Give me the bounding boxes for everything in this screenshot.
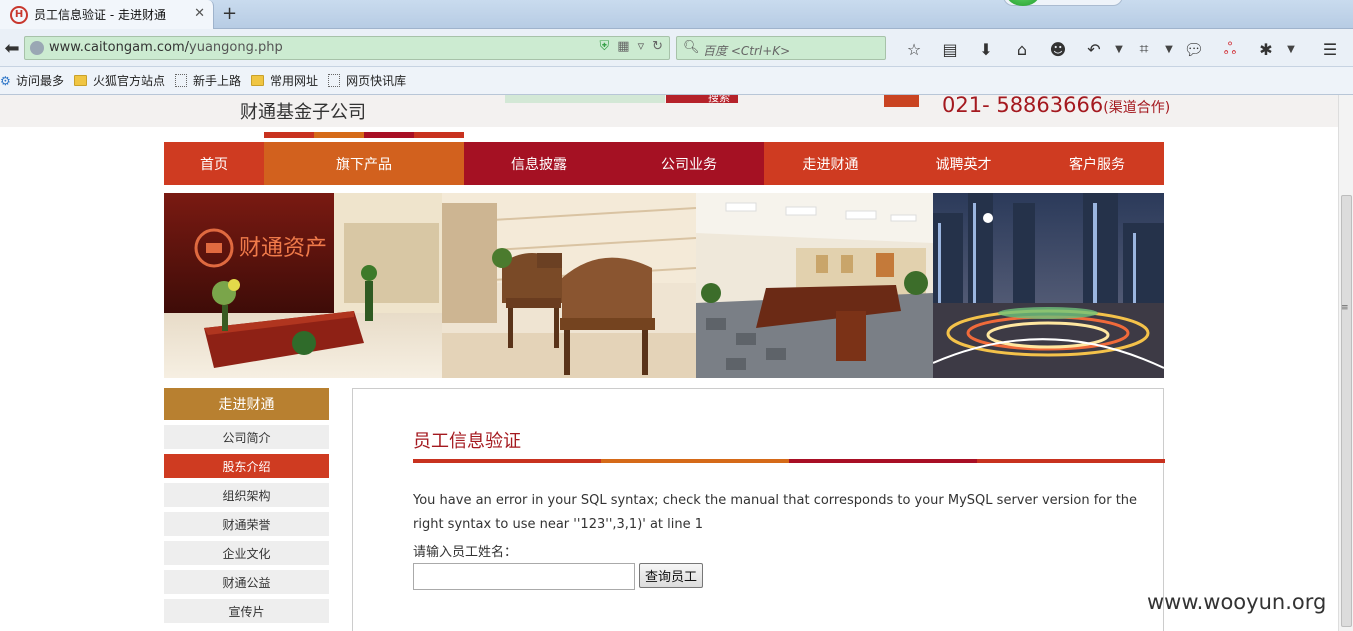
page-icon [328, 74, 341, 87]
weibo-icon[interactable]: ஃ [1212, 38, 1248, 60]
most-visited-icon: ⚙ [0, 73, 11, 88]
bookmark-label: 常用网址 [270, 74, 319, 88]
query-employee-button[interactable]: 查询员工 [639, 563, 703, 588]
undo-icon[interactable]: ↶ [1076, 38, 1112, 60]
bookmark-label: 火狐官方站点 [93, 74, 166, 88]
main-navigation: 首页 旗下产品 信息披露 公司业务 走进财通 诚聘英才 客户服务 [164, 142, 1164, 185]
bookmark-firefox-official[interactable]: 火狐官方站点 [74, 72, 165, 89]
star-icon[interactable]: ☆ [896, 38, 932, 60]
header-accent-line [264, 132, 464, 138]
page-icon [175, 74, 188, 87]
banner-photo-city-night [933, 193, 1164, 378]
tab-title: 员工信息验证 - 走进财通 [34, 8, 166, 22]
nav-products[interactable]: 旗下产品 [264, 142, 464, 185]
home-icon[interactable]: ⌂ [1004, 38, 1040, 60]
banner-photo-lobby: 财通资产 [164, 193, 442, 378]
crop-dropdown-icon[interactable]: ▼ [1162, 38, 1176, 60]
sql-error-message: You have an error in your SQL syntax; ch… [413, 493, 1138, 532]
hotline: 021- 58863666(渠道合作) [942, 95, 1170, 117]
download-icon[interactable]: ⬇ [968, 38, 1004, 60]
address-bar[interactable]: www.caitongam.com/yuangong.php ⛨ ▦ ▿ ↻ [24, 36, 670, 60]
sidebar-item-charity[interactable]: 财通公益 [164, 570, 329, 594]
nav-disclosure[interactable]: 信息披露 [464, 142, 614, 185]
tab-bar: H 员工信息验证 - 走进财通 ✕ + [0, 0, 1353, 29]
company-name: 财通基金子公司 [240, 102, 366, 123]
sidebar: 走进财通 公司简介 股东介绍 组织架构 财通荣誉 企业文化 财通公益 宣传片 [164, 388, 329, 628]
browser-tab[interactable]: H 员工信息验证 - 走进财通 ✕ [0, 0, 214, 29]
dropdown-arrow-icon[interactable]: ▿ [638, 39, 645, 54]
reading-list-icon[interactable]: ▤ [932, 38, 968, 60]
page-viewport: 搜索 财通基金子公司 021- 58863666(渠道合作) 首页 旗下产品 信… [0, 95, 1338, 631]
crop-icon[interactable]: ⌗ [1126, 38, 1162, 60]
qr-code-icon[interactable]: ▦ [617, 39, 629, 54]
phone-number: 021- 58863666 [942, 95, 1104, 117]
sidebar-title: 走进财通 [164, 388, 329, 420]
toolbar-icons: ☆ ▤ ⬇ ⌂ ☻ ↶ ▼ ⌗ ▼ 💬︎ ஃ ✱ ▼ ☰ [896, 38, 1348, 60]
site-search-button[interactable]: 搜索 [666, 95, 738, 104]
sidebar-item-honors[interactable]: 财通荣誉 [164, 512, 329, 536]
employee-name-input[interactable] [413, 563, 635, 590]
bookmark-label: 网页快讯库 [346, 74, 407, 88]
content-panel: 员工信息验证 You have an error in your SQL syn… [352, 388, 1165, 631]
watermark: www.wooyun.org [1147, 590, 1327, 614]
magnifier-icon: 🔍︎ [683, 40, 700, 55]
extension-dropdown-icon[interactable]: ▼ [1284, 38, 1298, 60]
employee-name-label: 请输入员工姓名： [413, 545, 518, 560]
sidebar-item-promo-video[interactable]: 宣传片 [164, 599, 329, 623]
url-path: yuangong.php [189, 40, 283, 55]
bookmarks-bar: ⚙ 访问最多 火狐官方站点 新手上路 常用网址 网页快讯库 [0, 67, 1353, 95]
back-arrow-icon[interactable]: ⬅ [0, 35, 24, 61]
sidebar-item-shareholders[interactable]: 股东介绍 [164, 454, 329, 478]
title-underline [413, 459, 1165, 463]
globe-icon [30, 41, 44, 55]
sidebar-item-organization[interactable]: 组织架构 [164, 483, 329, 507]
scroll-grip-icon: ≡ [1341, 303, 1349, 313]
folder-icon [74, 75, 88, 86]
url-domain: www.caitongam.com/ [49, 40, 190, 55]
search-bar[interactable]: 🔍︎ 百度 <Ctrl+K> [676, 36, 886, 60]
chat-icon[interactable]: ☻ [1040, 38, 1076, 60]
sidebar-item-culture[interactable]: 企业文化 [164, 541, 329, 565]
phone-note: (渠道合作) [1103, 100, 1171, 116]
menu-icon[interactable]: ☰ [1312, 38, 1348, 60]
url-icon-group: ⛨ ▦ ▿ ↻ [600, 39, 664, 54]
extension-icon[interactable]: ✱ [1248, 38, 1284, 60]
bookmark-getting-started[interactable]: 新手上路 [175, 72, 241, 89]
photo-banner: 财通资产 [164, 193, 1164, 378]
bookmark-label: 新手上路 [193, 74, 242, 88]
site-header: 搜索 财通基金子公司 021- 58863666(渠道合作) [0, 95, 1338, 127]
nav-home[interactable]: 首页 [164, 142, 264, 185]
bookmark-common-sites[interactable]: 常用网址 [251, 72, 318, 89]
page-title: 员工信息验证 [413, 431, 521, 452]
bookmark-most-visited[interactable]: ⚙ 访问最多 [0, 72, 64, 89]
site-favicon-icon: H [10, 5, 28, 24]
bookmark-web-slices[interactable]: 网页快讯库 [328, 72, 406, 89]
nav-customer-service[interactable]: 客户服务 [1030, 142, 1164, 185]
nav-business[interactable]: 公司业务 [614, 142, 764, 185]
banner-photo-chairs [442, 193, 696, 378]
bookmark-label: 访问最多 [16, 74, 65, 88]
scrollbar-thumb[interactable] [1341, 195, 1352, 627]
search-placeholder: 百度 <Ctrl+K> [703, 44, 791, 58]
new-tab-icon[interactable]: + [222, 3, 237, 24]
banner-photo-meeting-room [696, 193, 933, 378]
vertical-scrollbar[interactable]: ≡ [1338, 95, 1353, 631]
phone-icon [884, 95, 919, 107]
url-text: www.caitongam.com/yuangong.php [49, 40, 283, 55]
undo-dropdown-icon[interactable]: ▼ [1112, 38, 1126, 60]
shield-icon[interactable]: ⛨ [600, 39, 610, 54]
banner-logo-text: 财通资产 [239, 236, 327, 261]
sidebar-item-company-profile[interactable]: 公司简介 [164, 425, 329, 449]
site-search-input[interactable] [505, 95, 665, 103]
nav-careers[interactable]: 诚聘英才 [897, 142, 1030, 185]
speech-icon[interactable]: 💬︎ [1176, 38, 1212, 60]
close-tab-icon[interactable]: ✕ [194, 6, 205, 21]
nav-about[interactable]: 走进财通 [764, 142, 897, 185]
reload-icon[interactable]: ↻ [652, 39, 663, 54]
folder-icon [251, 75, 265, 86]
navigation-toolbar: ⬅ www.caitongam.com/yuangong.php ⛨ ▦ ▿ ↻… [0, 29, 1353, 67]
